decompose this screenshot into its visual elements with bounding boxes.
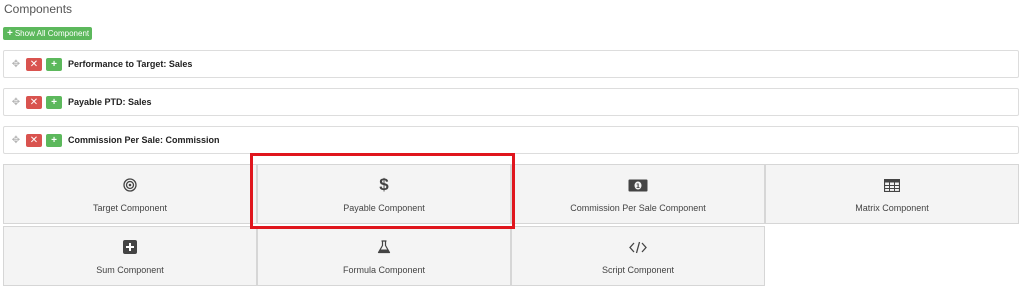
drag-handle-icon[interactable]: ✥ xyxy=(10,59,22,70)
tile-label: Payable Component xyxy=(343,203,425,213)
add-button[interactable]: + xyxy=(46,133,62,147)
component-row: ✥ ✕ + Commission Per Sale: Commission xyxy=(3,126,1019,154)
close-icon: ✕ xyxy=(29,96,39,108)
target-icon xyxy=(123,177,137,193)
component-row-label: Payable PTD: Sales xyxy=(68,97,152,107)
plus-square-icon xyxy=(123,239,137,255)
commission-per-sale-component-tile[interactable]: 1 Commission Per Sale Component xyxy=(511,164,765,224)
tile-label: Target Component xyxy=(92,203,168,213)
matrix-component-tile[interactable]: Matrix Component xyxy=(765,164,1019,224)
component-row-label: Performance to Target: Sales xyxy=(68,59,193,69)
code-icon xyxy=(629,239,647,255)
tile-label: Formula Component xyxy=(342,265,426,275)
formula-component-tile[interactable]: Formula Component xyxy=(257,226,511,286)
add-button[interactable]: + xyxy=(46,57,62,71)
section-title: Components xyxy=(4,2,73,16)
close-icon: ✕ xyxy=(29,58,39,70)
component-row: ✥ ✕ + Payable PTD: Sales xyxy=(3,88,1019,116)
plus-icon: + xyxy=(7,27,13,39)
close-icon: ✕ xyxy=(29,134,39,146)
component-row: ✥ ✕ + Performance to Target: Sales xyxy=(3,50,1019,78)
component-row-label: Commission Per Sale: Commission xyxy=(68,135,220,145)
tile-label: Commission Per Sale Component xyxy=(570,203,706,213)
drag-handle-icon[interactable]: ✥ xyxy=(10,97,22,108)
delete-button[interactable]: ✕ xyxy=(26,57,42,71)
plus-icon: + xyxy=(51,134,57,146)
plus-icon: + xyxy=(51,96,57,108)
table-icon xyxy=(884,177,900,193)
svg-text:1: 1 xyxy=(636,183,640,190)
tile-label: Matrix Component xyxy=(855,203,929,213)
script-component-tile[interactable]: Script Component xyxy=(511,226,765,286)
sum-component-tile[interactable]: Sum Component xyxy=(3,226,257,286)
tile-label: Script Component xyxy=(601,265,675,275)
money-bill-icon: 1 xyxy=(628,177,648,193)
drag-handle-icon[interactable]: ✥ xyxy=(10,135,22,146)
plus-icon: + xyxy=(51,58,57,70)
show-all-component-button[interactable]: + Show All Component xyxy=(3,27,93,40)
dollar-icon: $ xyxy=(379,175,389,194)
tile-label: Sum Component xyxy=(96,265,164,275)
delete-button[interactable]: ✕ xyxy=(26,133,42,147)
target-component-tile[interactable]: Target Component xyxy=(3,164,257,224)
component-palette: Target Component $ Payable Component 1 C… xyxy=(3,164,1019,288)
flask-icon xyxy=(377,239,391,255)
show-all-label: Show All Component xyxy=(14,29,90,38)
delete-button[interactable]: ✕ xyxy=(26,95,42,109)
payable-component-tile[interactable]: $ Payable Component xyxy=(257,164,511,224)
add-button[interactable]: + xyxy=(46,95,62,109)
